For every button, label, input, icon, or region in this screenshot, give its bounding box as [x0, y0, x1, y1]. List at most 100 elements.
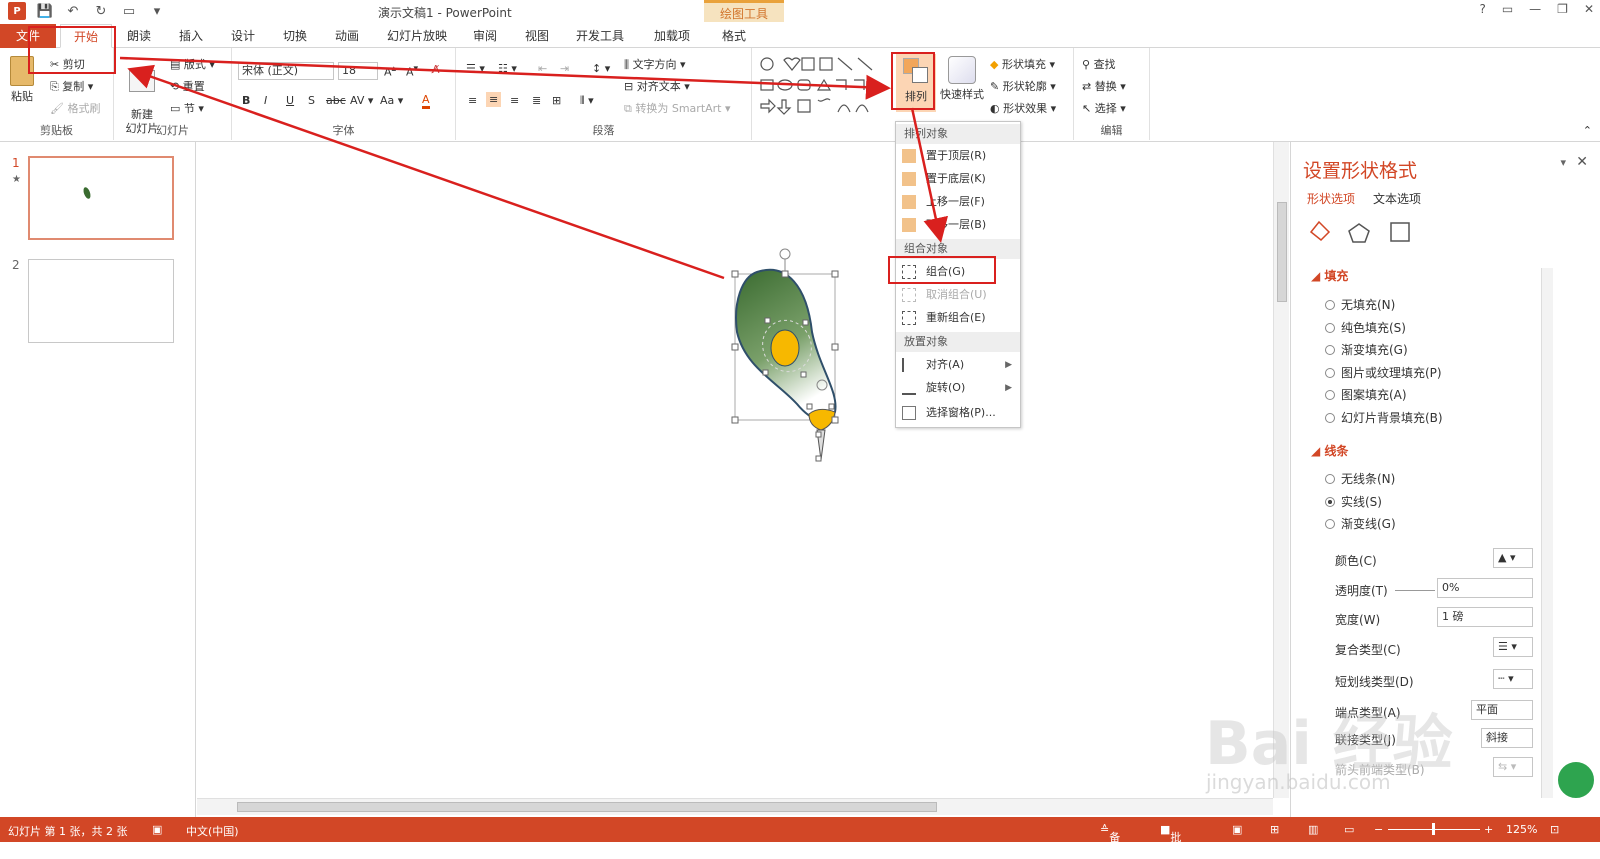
normal-view-icon[interactable]: ▣	[1232, 823, 1242, 836]
font-size-combo[interactable]: 18	[338, 62, 378, 80]
menu-send-backward[interactable]: 下移一层(B)	[896, 214, 1020, 236]
bold-icon[interactable]: B	[242, 94, 250, 107]
line-spacing-icon[interactable]: ↕ ▾	[592, 62, 610, 75]
italic-icon[interactable]: I	[264, 94, 267, 107]
smartart-button[interactable]: ⧉ 转换为 SmartArt ▾	[624, 100, 731, 116]
tab-addins[interactable]: 加载项	[644, 24, 700, 48]
menu-regroup[interactable]: 重新组合(E)	[896, 307, 1020, 329]
align-text-button[interactable]: ⊟ 对齐文本 ▾	[624, 78, 690, 94]
transparency-slider[interactable]	[1395, 590, 1435, 591]
layout-button[interactable]: ▤ 版式 ▾	[170, 56, 215, 72]
tab-shape-options[interactable]: 形状选项	[1307, 190, 1355, 207]
clear-format-icon[interactable]: A̸	[432, 63, 440, 76]
menu-rotate[interactable]: 旋转(O) ▶	[896, 377, 1020, 399]
increase-indent-icon[interactable]: ⇥	[560, 62, 569, 75]
shape-effects-button[interactable]: ◐ 形状效果 ▾	[990, 100, 1056, 116]
tab-design[interactable]: 设计	[222, 24, 264, 48]
pane-options-icon[interactable]: ▾	[1560, 156, 1566, 169]
font-color-icon[interactable]: A	[422, 93, 430, 109]
select-button[interactable]: ↖ 选择 ▾	[1082, 100, 1126, 116]
reading-view-icon[interactable]: ▥	[1308, 823, 1318, 836]
columns-icon[interactable]: ⫴ ▾	[580, 94, 594, 108]
minimize-button[interactable]: —	[1529, 2, 1541, 16]
find-button[interactable]: ⚲ 查找	[1082, 56, 1116, 72]
line-section-header[interactable]: ◢ 线条	[1311, 442, 1348, 459]
align-right-icon[interactable]: ≡	[510, 94, 519, 107]
slideshow-icon[interactable]: ▭	[120, 2, 138, 20]
cap-type-select[interactable]: 平面	[1471, 700, 1533, 720]
radio-gradient-line[interactable]: 渐变线(G)	[1325, 515, 1396, 532]
color-picker-button[interactable]: ▲ ▾	[1493, 548, 1533, 568]
scroll-thumb-vertical[interactable]	[1277, 202, 1287, 302]
undo-icon[interactable]: ↶	[64, 2, 82, 20]
canvas-horizontal-scrollbar[interactable]	[197, 798, 1273, 815]
slide-thumbnail-1[interactable]	[28, 156, 174, 240]
customize-qat-icon[interactable]: ▾	[148, 2, 166, 20]
language-indicator[interactable]: 中文(中国)	[186, 823, 239, 839]
zoom-level[interactable]: 125%	[1506, 823, 1537, 836]
fit-slide-icon[interactable]: ⊡	[1550, 823, 1559, 836]
underline-icon[interactable]: U	[286, 94, 294, 107]
slide-shape-group[interactable]	[197, 142, 1273, 798]
save-icon[interactable]: 💾	[36, 2, 54, 20]
shape-outline-button[interactable]: ✎ 形状轮廓 ▾	[990, 78, 1056, 94]
radio-no-line[interactable]: 无线条(N)	[1325, 470, 1395, 487]
dash-type-button[interactable]: ┄ ▾	[1493, 669, 1533, 689]
pane-close-icon[interactable]: ✕	[1576, 154, 1588, 170]
tab-format[interactable]: 格式	[706, 24, 762, 48]
slide-sorter-icon[interactable]: ⊞	[1270, 823, 1279, 836]
fill-section-header[interactable]: ◢ 填充	[1311, 267, 1348, 284]
ribbon-display-button[interactable]: ▭	[1502, 2, 1513, 16]
pane-scrollbar[interactable]	[1541, 268, 1553, 798]
tab-transitions[interactable]: 切换	[274, 24, 316, 48]
tab-insert[interactable]: 插入	[170, 24, 212, 48]
width-input[interactable]: 1 磅	[1437, 607, 1533, 627]
radio-no-fill[interactable]: 无填充(N)	[1325, 296, 1395, 313]
align-center-icon[interactable]: ≡	[486, 92, 502, 107]
menu-selection-pane[interactable]: 选择窗格(P)...	[896, 402, 1020, 424]
menu-bring-forward[interactable]: 上移一层(F)	[896, 191, 1020, 213]
shadow-icon[interactable]: S	[308, 94, 315, 107]
radio-background-fill[interactable]: 幻灯片背景填充(B)	[1325, 409, 1443, 426]
restore-button[interactable]: ❐	[1557, 2, 1568, 16]
compound-type-button[interactable]: ☰ ▾	[1493, 637, 1533, 657]
distributed-icon[interactable]: ⊞	[552, 94, 561, 107]
align-left-icon[interactable]: ≡	[468, 94, 477, 107]
shape-fill-button[interactable]: ◆ 形状填充 ▾	[990, 56, 1055, 72]
radio-solid-fill[interactable]: 纯色填充(S)	[1325, 319, 1406, 336]
comments-button[interactable]: ■ 批注	[1160, 823, 1181, 859]
slideshow-view-icon[interactable]: ▭	[1344, 823, 1354, 836]
zoom-slider-thumb[interactable]	[1432, 823, 1435, 835]
shapes-gallery[interactable]	[758, 54, 886, 116]
quick-styles-button[interactable]: 快速样式	[938, 56, 986, 102]
reset-button[interactable]: ⟲ 重置	[170, 78, 205, 94]
arrow-begin-button[interactable]: ⇆ ▾	[1493, 757, 1533, 777]
spellcheck-icon[interactable]: ▣	[152, 823, 162, 836]
transparency-input[interactable]: 0%	[1437, 578, 1533, 598]
redo-icon[interactable]: ↻	[92, 2, 110, 20]
char-spacing-icon[interactable]: AV ▾	[350, 94, 373, 107]
tab-animations[interactable]: 动画	[326, 24, 368, 48]
section-button[interactable]: ▭ 节 ▾	[170, 100, 204, 116]
menu-send-to-back[interactable]: 置于底层(K)	[896, 168, 1020, 190]
font-name-combo[interactable]: 宋体 (正文)	[238, 62, 334, 80]
grow-font-icon[interactable]: A▴	[384, 63, 396, 79]
shrink-font-icon[interactable]: A▾	[406, 63, 418, 79]
tab-slideshow[interactable]: 幻灯片放映	[380, 24, 454, 48]
radio-pattern-fill[interactable]: 图案填充(A)	[1325, 386, 1407, 403]
collapse-ribbon-icon[interactable]: ⌃	[1583, 124, 1592, 137]
join-type-select[interactable]: 斜接	[1481, 728, 1533, 748]
justify-icon[interactable]: ≣	[532, 94, 541, 107]
text-direction-button[interactable]: ⫼ 文字方向 ▾	[624, 56, 686, 72]
help-button[interactable]: ?	[1479, 2, 1485, 16]
zoom-out-icon[interactable]: −	[1374, 823, 1383, 836]
tab-text-options[interactable]: 文本选项	[1373, 190, 1421, 207]
scroll-thumb-horizontal[interactable]	[237, 802, 937, 812]
floating-badge-icon[interactable]	[1556, 760, 1596, 800]
tab-review[interactable]: 审阅	[464, 24, 506, 48]
replace-button[interactable]: ⇄ 替换 ▾	[1082, 78, 1126, 94]
notes-button[interactable]: ≙ 备注	[1100, 823, 1120, 859]
numbering-icon[interactable]: ☷ ▾	[498, 62, 517, 75]
tab-developer[interactable]: 开发工具	[568, 24, 632, 48]
tab-view[interactable]: 视图	[516, 24, 558, 48]
